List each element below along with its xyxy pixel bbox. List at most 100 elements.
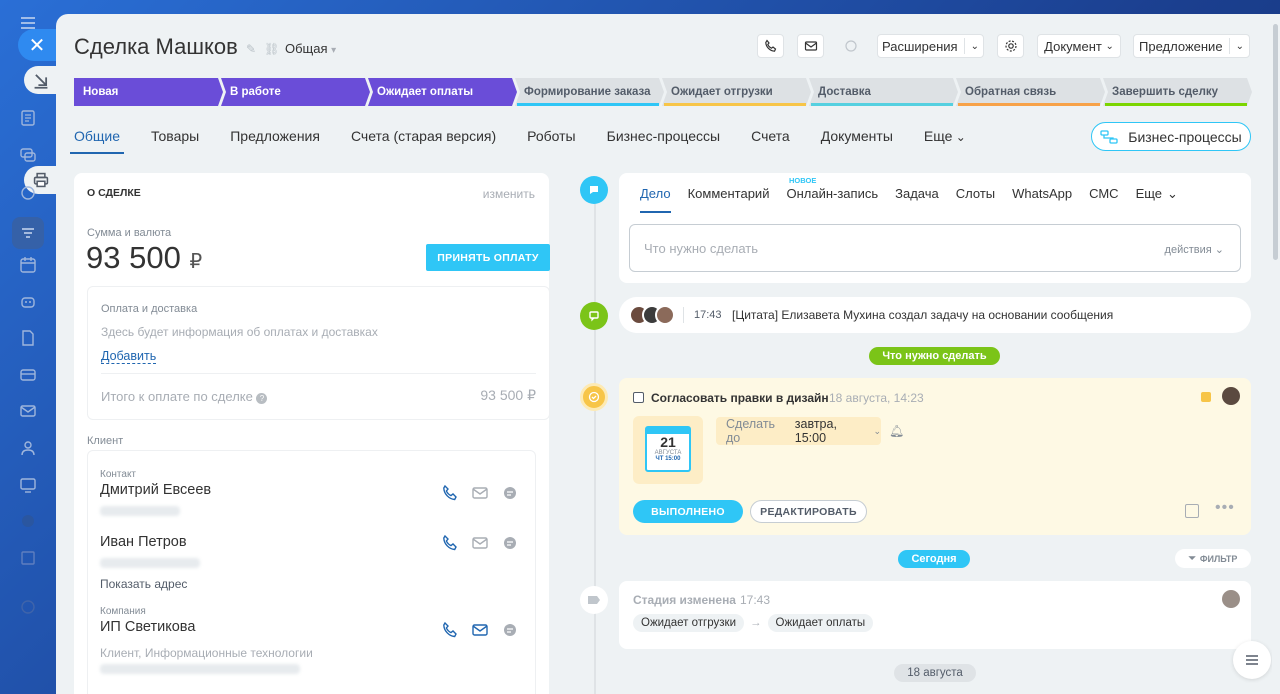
today-pill: Сегодня [898, 550, 970, 568]
edit-task-button[interactable]: РЕДАКТИРОВАТЬ [750, 500, 867, 523]
extensions-button[interactable]: Расширения ⌄ [877, 34, 984, 58]
stage-3[interactable]: Ожидает оплаты [368, 78, 517, 106]
task-checkbox[interactable] [633, 392, 644, 403]
timeline-task-icon [580, 383, 608, 411]
deadline-selector[interactable]: Сделать до завтра, 15:00 ⌄ [716, 417, 881, 445]
activity-tab-8[interactable]: Еще [1136, 186, 1162, 213]
show-address-link[interactable]: Показать адрес [100, 577, 535, 591]
tab-2[interactable]: Товары [151, 128, 199, 144]
bell-icon[interactable]: 🔔︎ [889, 424, 904, 438]
activity-tab-7[interactable]: СМС [1089, 186, 1118, 213]
activity-tab-2[interactable]: Комментарий [688, 186, 770, 213]
stage-4[interactable]: Формирование заказа [515, 78, 664, 106]
envelope-icon[interactable] [471, 484, 489, 502]
card-icon[interactable] [17, 364, 39, 386]
app-icon[interactable] [17, 510, 39, 532]
edit-link[interactable]: изменить [483, 187, 535, 201]
call-button[interactable] [757, 34, 784, 58]
edit-pencil-icon[interactable]: ✎ [246, 42, 256, 56]
envelope-icon[interactable] [471, 621, 489, 639]
new-badge: НОВОЕ [789, 176, 817, 185]
close-icon: ✕ [28, 34, 46, 57]
todo-input[interactable]: Что нужно сделать действия ⌄ [629, 224, 1241, 272]
document-icon[interactable] [17, 327, 39, 349]
chevron-down-icon[interactable]: ⌄ [1167, 186, 1178, 213]
chat-bubble-icon[interactable] [501, 621, 519, 639]
stage-1[interactable]: Новая [74, 78, 223, 106]
settings-button[interactable] [997, 34, 1024, 58]
hidden-phone [100, 558, 200, 568]
filter-icon[interactable] [12, 217, 44, 249]
author-avatar[interactable] [1222, 590, 1240, 608]
quote-item[interactable]: 17:43 [Цитата] Елизавета Мухина создал з… [619, 297, 1251, 333]
tab-7[interactable]: Счета [751, 128, 790, 144]
chat-button[interactable] [837, 34, 864, 58]
client-row: Контакт Дмитрий Евсеев [100, 469, 535, 539]
tab-8[interactable]: Документы [821, 128, 893, 144]
tasks-icon[interactable] [17, 107, 39, 129]
tab-9[interactable]: Еще ⌄ [924, 128, 966, 144]
stage-2[interactable]: В работе [221, 78, 370, 106]
business-processes-button[interactable]: Бизнес-процессы [1091, 122, 1251, 151]
add-payment-link[interactable]: Добавить [101, 349, 157, 364]
more-icon[interactable]: ••• [1215, 499, 1235, 517]
contacts-icon[interactable] [17, 437, 39, 459]
timeline-chat-icon [580, 302, 608, 330]
date-pill: 18 августа [894, 664, 976, 682]
note-icon[interactable] [1185, 504, 1199, 518]
activity-tab-4[interactable]: Задача [895, 186, 939, 213]
phone-icon[interactable] [441, 484, 459, 502]
gear-icon [1004, 40, 1017, 52]
scrollbar-thumb[interactable] [1273, 24, 1278, 260]
close-slider-button[interactable]: ✕ [18, 29, 56, 61]
chat-icon[interactable] [17, 144, 39, 166]
actions-dropdown[interactable]: действия ⌄ [1165, 243, 1224, 256]
robot-icon[interactable] [17, 290, 39, 312]
phone-icon[interactable] [441, 534, 459, 552]
calendar-widget: 21 АВГУСТА ЧТ 15:00 [633, 416, 703, 484]
stage-8[interactable]: Завершить сделку [1103, 78, 1252, 106]
about-header: О СДЕЛКЕ [87, 187, 141, 199]
tab-5[interactable]: Роботы [527, 128, 575, 144]
activity-tab-6[interactable]: WhatsApp [1012, 186, 1072, 213]
activity-tab-5[interactable]: Слоты [956, 186, 995, 213]
email-button[interactable] [797, 34, 824, 58]
tab-1[interactable]: Общие [69, 128, 125, 154]
grid-icon[interactable] [17, 547, 39, 569]
calendar-icon[interactable] [17, 254, 39, 276]
activity-tab-3[interactable]: Онлайн-запись [786, 186, 878, 213]
accept-payment-button[interactable]: ПРИНЯТЬ ОПЛАТУ [426, 244, 550, 271]
proposal-button[interactable]: Предложение ⌄ [1133, 34, 1250, 58]
stage-7[interactable]: Обратная связь [956, 78, 1105, 106]
task-card: Согласовать правки в дизайн 18 августа, … [619, 378, 1251, 535]
crm-icon[interactable] [17, 182, 39, 204]
envelope-icon[interactable] [471, 534, 489, 552]
mail-icon[interactable] [17, 400, 39, 422]
filter-button[interactable]: ⏷ ФИЛЬТР [1175, 549, 1251, 568]
title-actions: ✎ ⛓ [246, 42, 279, 56]
help-icon: ? [256, 393, 268, 404]
stage-6[interactable]: Доставка [809, 78, 958, 106]
monitor-icon[interactable] [17, 474, 39, 496]
document-button[interactable]: Документ ⌄ [1037, 34, 1121, 58]
tab-4[interactable]: Счета (старая версия) [351, 128, 496, 144]
category-select[interactable]: Общая ▾ [285, 41, 336, 56]
settings-rail-icon[interactable] [17, 596, 39, 618]
responsible-avatar[interactable] [1222, 387, 1240, 405]
hidden-phone [100, 506, 180, 516]
minimize-tab[interactable] [24, 66, 58, 94]
phone-icon[interactable] [441, 621, 459, 639]
task-title[interactable]: Согласовать правки в дизайн [651, 391, 829, 405]
tab-3[interactable]: Предложения [230, 128, 320, 144]
done-button[interactable]: ВЫПОЛНЕНО [633, 500, 743, 523]
activity-tab-1[interactable]: Дело [640, 186, 671, 213]
chat-bubble-icon[interactable] [501, 484, 519, 502]
color-marker[interactable] [1201, 392, 1211, 402]
link-icon[interactable]: ⛓ [264, 42, 279, 56]
list-toggle-button[interactable] [1233, 641, 1271, 679]
stage-label: В работе [230, 86, 281, 98]
stage-5[interactable]: Ожидает отгрузки [662, 78, 811, 106]
chat-bubble-icon[interactable] [501, 534, 519, 552]
tab-6[interactable]: Бизнес-процессы [607, 128, 720, 144]
scrollbar-track[interactable] [1272, 14, 1280, 694]
